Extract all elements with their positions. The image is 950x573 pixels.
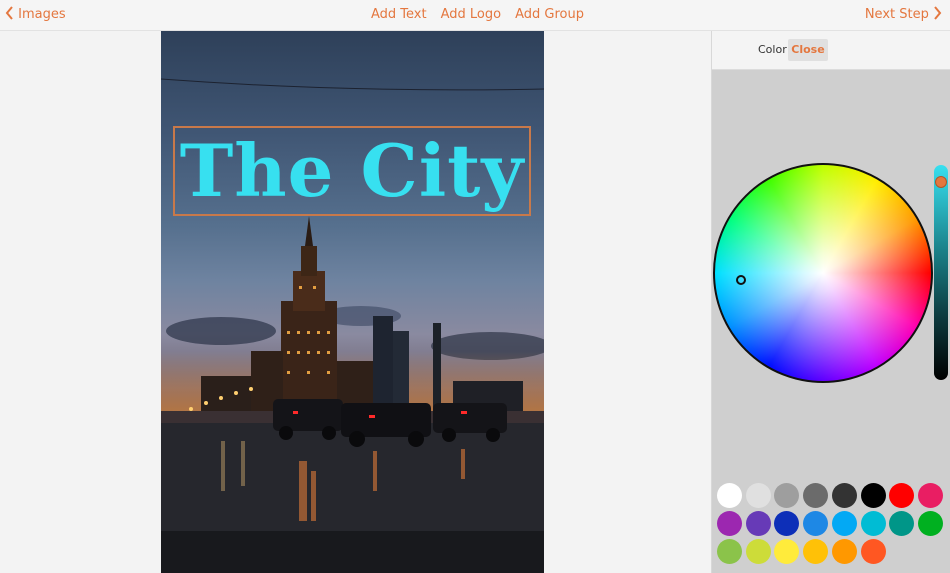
- color-swatch[interactable]: [889, 511, 915, 536]
- color-swatch[interactable]: [803, 511, 829, 536]
- canvas-area: The City: [0, 31, 711, 573]
- color-swatch[interactable]: [774, 511, 800, 536]
- color-swatch[interactable]: [860, 483, 886, 508]
- color-swatch[interactable]: [745, 539, 771, 564]
- color-swatch[interactable]: [831, 539, 857, 564]
- add-logo-button[interactable]: Add Logo: [441, 7, 501, 22]
- color-tab[interactable]: Color: [758, 39, 787, 61]
- color-swatch[interactable]: [831, 483, 857, 508]
- title-text[interactable]: The City: [175, 128, 529, 214]
- color-swatch[interactable]: [860, 511, 886, 536]
- color-swatch[interactable]: [889, 483, 915, 508]
- color-swatch[interactable]: [803, 539, 829, 564]
- brightness-slider-handle[interactable]: [935, 176, 947, 188]
- back-to-images-link[interactable]: Images: [5, 0, 66, 31]
- color-swatch[interactable]: [917, 511, 943, 536]
- color-swatch[interactable]: [717, 483, 742, 508]
- city-skyline-scene: [161, 78, 544, 573]
- color-swatch[interactable]: [745, 483, 771, 508]
- city-photo[interactable]: [161, 31, 544, 573]
- color-swatch[interactable]: [774, 539, 800, 564]
- top-bar: Images Add Text Add Logo Add Group Next St…: [0, 0, 950, 31]
- next-step-link[interactable]: Next Step: [865, 0, 942, 31]
- color-swatch[interactable]: [717, 511, 742, 536]
- color-swatch[interactable]: [803, 483, 829, 508]
- close-button[interactable]: Close: [788, 39, 828, 61]
- color-swatch[interactable]: [745, 511, 771, 536]
- brightness-slider[interactable]: [934, 165, 948, 380]
- color-panel: Color Close: [711, 31, 950, 573]
- chevron-right-icon: [934, 6, 942, 20]
- text-layer-selection[interactable]: The City: [173, 126, 531, 216]
- color-panel-header: Color Close: [712, 31, 950, 70]
- chevron-left-icon: [5, 6, 13, 20]
- color-swatch[interactable]: [717, 539, 742, 564]
- add-group-button[interactable]: Add Group: [515, 7, 584, 22]
- back-link-label: Images: [18, 7, 66, 22]
- color-wheel-marker[interactable]: [736, 275, 746, 285]
- color-swatch[interactable]: [831, 511, 857, 536]
- color-swatch[interactable]: [917, 483, 943, 508]
- color-swatch[interactable]: [860, 539, 886, 564]
- edit-menu: Add Text Add Logo Add Group: [371, 0, 598, 31]
- next-link-label: Next Step: [864, 7, 929, 22]
- add-text-button[interactable]: Add Text: [371, 7, 427, 22]
- color-swatch[interactable]: [774, 483, 800, 508]
- color-wheel[interactable]: [713, 163, 933, 383]
